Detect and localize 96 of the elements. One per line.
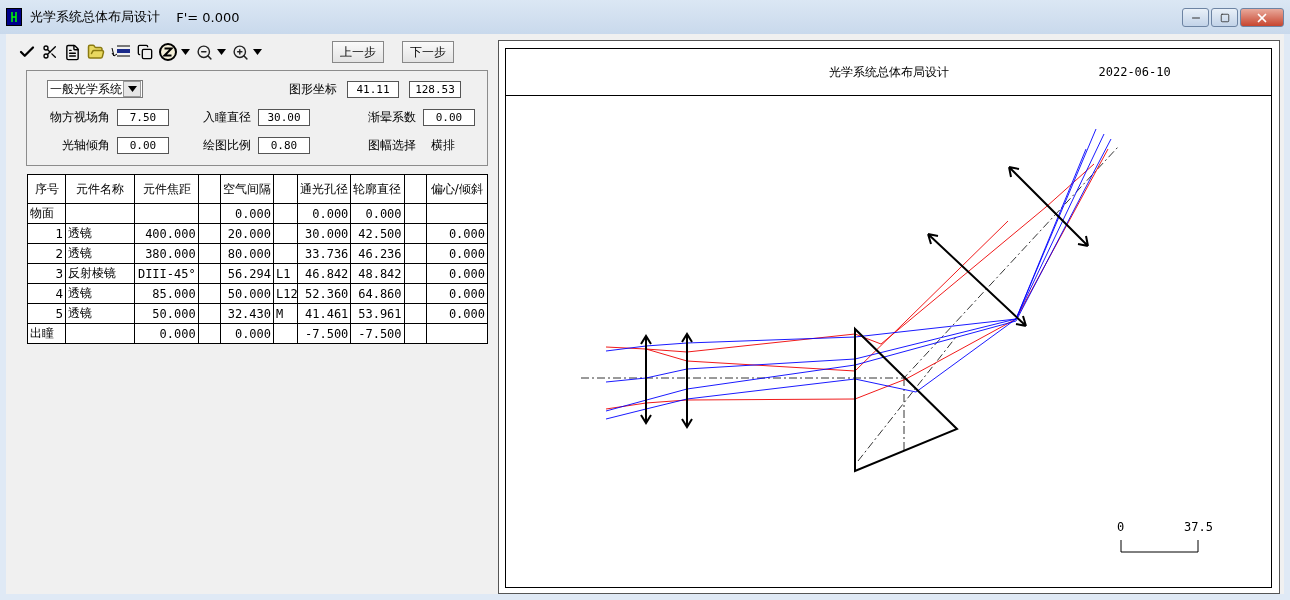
input-field[interactable]: 7.50 xyxy=(117,108,169,126)
step-button[interactable]: 上一步 xyxy=(332,41,384,63)
coordinate-field[interactable]: 41.11 xyxy=(347,80,399,98)
table-cell: 42.500 xyxy=(350,223,405,244)
column-header: 空气间隔 xyxy=(220,174,274,204)
focal-readout: F'= 0.000 xyxy=(175,9,240,25)
input-field[interactable]: 0.00 xyxy=(117,136,169,154)
caret-icon xyxy=(127,86,137,92)
table-cell: 透镜 xyxy=(65,303,135,324)
table-cell: 30.000 xyxy=(297,223,351,244)
table-cell: -7.500 xyxy=(297,323,351,344)
table-cell: 3 xyxy=(27,263,66,284)
column-header: 元件焦距 xyxy=(134,174,199,204)
zoom-in-icon xyxy=(232,43,249,61)
table-cell: 0.000 xyxy=(426,283,488,304)
scale-end-label: 37.5 xyxy=(1184,520,1213,534)
table-cell: 0.000 xyxy=(350,203,405,224)
table-cell: 53.961 xyxy=(350,303,405,324)
caret-icon xyxy=(253,49,262,55)
table-cell: 0.000 xyxy=(426,223,488,244)
table-cell: 1 xyxy=(27,223,66,244)
z-circle-icon xyxy=(159,43,177,61)
column-header: 通光孔径 xyxy=(297,174,351,204)
system-type-dropdown[interactable]: 一般光学系统 xyxy=(47,80,143,98)
field-label: 物方视场角 xyxy=(49,108,110,126)
table-cell: 0.000 xyxy=(134,323,199,344)
table-cell: 41.461 xyxy=(297,303,351,324)
input-field[interactable]: 30.00 xyxy=(258,108,310,126)
maximize-button[interactable] xyxy=(1211,8,1238,27)
table-cell: L1 xyxy=(273,263,298,284)
drawing-date: 2022-06-10 xyxy=(1098,65,1171,79)
field-label: 绘图比例 xyxy=(202,136,251,154)
toolbar-button[interactable] xyxy=(159,41,190,63)
document-icon xyxy=(64,43,81,61)
table-cell: 64.860 xyxy=(350,283,405,304)
copy-icon xyxy=(137,44,153,60)
table-cell: 0.000 xyxy=(220,203,274,224)
table-cell: 透镜 xyxy=(65,243,135,264)
app-icon xyxy=(6,8,22,26)
input-field[interactable]: 0.00 xyxy=(423,108,475,126)
maximize-icon xyxy=(1219,12,1230,23)
table-cell: 0.000 xyxy=(426,303,488,324)
field-label: 光轴倾角 xyxy=(61,136,110,154)
table-cell: 透镜 xyxy=(65,223,135,244)
table-cell: 20.000 xyxy=(220,223,274,244)
table-cell: L12 xyxy=(273,283,298,304)
table-cell: 物面 xyxy=(27,203,66,224)
scale-start-label: 0 xyxy=(1117,520,1125,534)
column-header: 元件名称 xyxy=(65,174,135,204)
table-cell: -7.500 xyxy=(350,323,405,344)
table-cell: 出瞳 xyxy=(27,323,66,344)
drawing-title: 光学系统总体布局设计 xyxy=(828,63,949,81)
table-cell: DIII-45° xyxy=(134,263,199,284)
coordinate-field[interactable]: 128.53 xyxy=(409,80,461,98)
table-cell: 0.000 xyxy=(426,243,488,264)
scissors-icon xyxy=(42,44,58,60)
step-button[interactable]: 下一步 xyxy=(402,41,454,63)
minimize-button[interactable] xyxy=(1182,8,1209,27)
table-cell: 46.842 xyxy=(297,263,351,284)
field-label: 入瞳直径 xyxy=(202,108,251,126)
field-label: 渐晕系数 xyxy=(367,108,416,126)
table-cell: 380.000 xyxy=(134,243,199,264)
insert-row-icon xyxy=(111,44,131,60)
table-cell: 0.000 xyxy=(297,203,351,224)
table-cell: 400.000 xyxy=(134,223,199,244)
table-cell: 85.000 xyxy=(134,283,199,304)
field-value: 横排 xyxy=(430,136,456,154)
zoom-out-icon xyxy=(196,43,213,61)
window-title: 光学系统总体布局设计 xyxy=(30,8,160,26)
table-cell: 33.736 xyxy=(297,243,351,264)
table-cell: 50.000 xyxy=(220,283,274,304)
table-cell: 48.842 xyxy=(350,263,405,284)
table-cell: 52.360 xyxy=(297,283,351,304)
table-cell: 50.000 xyxy=(134,303,199,324)
caret-icon xyxy=(181,49,190,55)
table-cell: 32.430 xyxy=(220,303,274,324)
table-cell: 5 xyxy=(27,303,66,324)
table-cell: M xyxy=(273,303,298,324)
table-cell: 2 xyxy=(27,243,66,264)
table-cell: 反射棱镜 xyxy=(65,263,135,284)
table-cell: 80.000 xyxy=(220,243,274,264)
folder-icon xyxy=(87,43,105,61)
table-cell: 4 xyxy=(27,283,66,304)
column-header: 偏心/倾斜 xyxy=(426,174,488,204)
table-cell: 透镜 xyxy=(65,283,135,304)
input-field[interactable]: 0.80 xyxy=(258,136,310,154)
caret-icon xyxy=(217,49,226,55)
table-cell: 46.236 xyxy=(350,243,405,264)
table-cell: 0.000 xyxy=(220,323,274,344)
column-header: 序号 xyxy=(27,174,66,204)
table-cell: 56.294 xyxy=(220,263,274,284)
field-label: 图幅选择 xyxy=(367,136,416,154)
column-header: 轮廓直径 xyxy=(350,174,405,204)
close-button[interactable] xyxy=(1240,8,1284,27)
field-label: 图形坐标 xyxy=(289,80,337,98)
table-cell: 0.000 xyxy=(426,263,488,284)
